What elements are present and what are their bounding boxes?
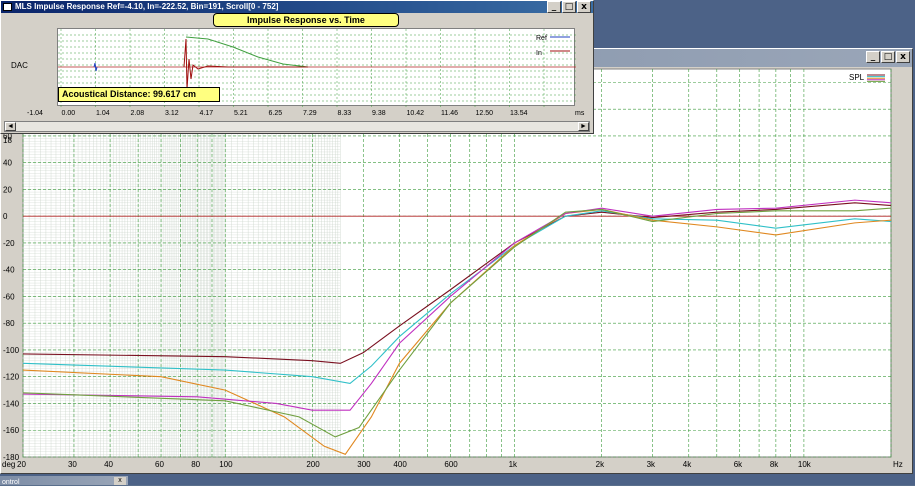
close-button[interactable]: x [896, 51, 910, 63]
x-tick-label: 2k [596, 460, 605, 469]
impulse-window-title: MLS Impulse Response Ref=-4.10, In=-222.… [15, 2, 279, 11]
impulse-x-tick-label: 9.38 [372, 110, 386, 117]
y-tick-label: 0 [3, 212, 8, 221]
x-tick-label: 20 [17, 460, 26, 469]
impulse-x-tick-label: 5.21 [234, 110, 248, 117]
x-tick-label: 40 [104, 460, 113, 469]
impulse-x-tick-label: 11.46 [441, 110, 458, 117]
ms-unit-label: ms [575, 110, 585, 117]
impulse-x-tick-label: 10.42 [406, 110, 425, 117]
y-tick-label: 40 [3, 159, 12, 168]
impulse-x-tick-label: 0.00 [61, 110, 76, 117]
horizontal-scrollbar[interactable]: ◄ ► [4, 121, 590, 132]
impulse-response-window: MLS Impulse Response Ref=-4.10, In=-222.… [0, 0, 594, 134]
x-tick-label: 600 [444, 460, 458, 469]
x-unit-label: Hz [893, 460, 903, 469]
partial-y-label: 18 [3, 136, 12, 145]
impulse-graph-title: Impulse Response vs. Time [213, 13, 399, 27]
y-tick-label: -100 [3, 346, 20, 355]
y-tick-label: 20 [3, 185, 12, 194]
x-tick-label: 400 [393, 460, 407, 469]
impulse-x-tick-label: 12.50 [475, 110, 494, 117]
x-tick-label: 6k [734, 460, 743, 469]
y-tick-label: -140 [3, 399, 20, 408]
x-tick-label: 100 [219, 460, 233, 469]
scroll-left-arrow-icon[interactable]: ◄ [5, 122, 16, 131]
x-tick-label: 3k [647, 460, 656, 469]
impulse-x-tick-label: 6.25 [268, 110, 283, 117]
maximize-button[interactable]: □ [881, 51, 895, 63]
y-tick-label: -120 [3, 373, 20, 382]
impulse-close-button[interactable]: x [577, 1, 591, 13]
app-icon [3, 3, 12, 11]
y-tick-label: -80 [3, 319, 15, 328]
acoustical-distance-label: Acoustical Distance: 99.617 cm [58, 87, 220, 102]
x-tick-label: 60 [155, 460, 164, 469]
impulse-x-tick-label: -1.04 [27, 110, 43, 117]
ref-envelope-line [185, 36, 309, 68]
y-tick-label: -60 [3, 292, 15, 301]
x-tick-label: 300 [357, 460, 371, 469]
legend-spl-label: SPL [849, 73, 865, 82]
impulse-x-tick-label: 1.04 [96, 110, 110, 117]
minimize-button[interactable]: _ [866, 51, 880, 63]
y-unit-label: deg [2, 460, 15, 469]
impulse-maximize-button[interactable]: □ [562, 1, 576, 13]
impulse-x-tick-label: 13.54 [510, 110, 528, 117]
impulse-spike-line [183, 38, 308, 90]
legend-ref-label: Ref [536, 35, 547, 42]
y-tick-label: -160 [3, 426, 20, 435]
x-tick-label: 80 [191, 460, 200, 469]
impulse-x-tick-label: 8.33 [337, 110, 352, 117]
impulse-x-tick-label: 4.17 [199, 110, 214, 117]
legend-in-label: In [536, 50, 542, 57]
y-tick-label: -40 [3, 266, 15, 275]
y-tick-label: -20 [3, 239, 15, 248]
x-tick-label: 1k [509, 460, 518, 469]
impulse-x-tick-label: 3.12 [165, 110, 179, 117]
x-tick-label: 200 [306, 460, 320, 469]
dac-axis-label: DAC [11, 61, 28, 70]
x-tick-label: 4k [683, 460, 692, 469]
control-window-titlebar[interactable]: ontrol x [0, 476, 128, 486]
ref-marker-line [93, 62, 98, 72]
x-tick-label: 30 [68, 460, 77, 469]
impulse-x-tick-label: 7.29 [303, 110, 317, 117]
x-tick-label: 10k [798, 460, 812, 469]
impulse-x-tick-label: 2.08 [130, 110, 145, 117]
impulse-minimize-button[interactable]: _ [547, 1, 561, 13]
impulse-window-titlebar[interactable]: MLS Impulse Response Ref=-4.10, In=-222.… [1, 1, 593, 13]
control-close-button[interactable]: x [114, 477, 126, 485]
scroll-right-arrow-icon[interactable]: ► [578, 122, 589, 131]
x-tick-label: 8k [770, 460, 779, 469]
